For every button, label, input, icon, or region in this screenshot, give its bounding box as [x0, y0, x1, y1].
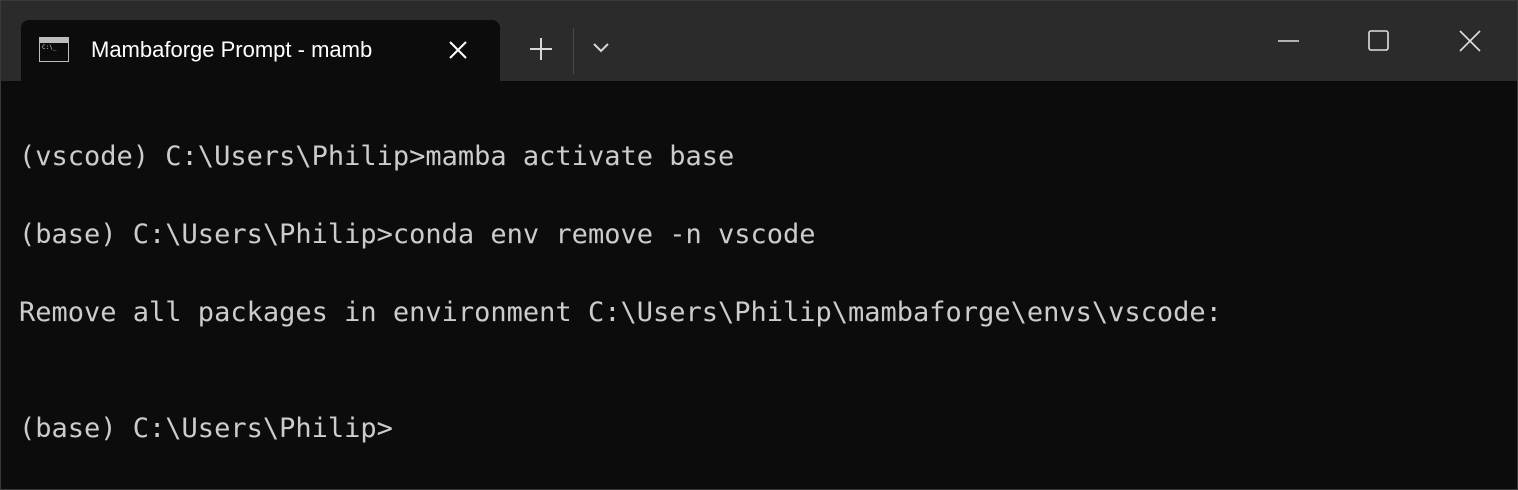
- terminal-line: (base) C:\Users\Philip>conda env remove …: [19, 219, 816, 250]
- tab-mambaforge-prompt[interactable]: Mambaforge Prompt - mamb: [21, 20, 500, 81]
- new-tab-plus-icon[interactable]: [526, 34, 556, 64]
- maximize-icon[interactable]: [1358, 23, 1398, 59]
- terminal-line: (vscode) C:\Users\Philip>mamba activate …: [19, 141, 735, 172]
- dropdown-chevron-down-icon[interactable]: [587, 34, 615, 62]
- terminal-window: Mambaforge Prompt - mamb: [0, 0, 1518, 490]
- tab-close-icon[interactable]: [445, 37, 471, 63]
- tab-divider: [573, 28, 574, 74]
- close-window-icon[interactable]: [1450, 23, 1490, 59]
- console-icon: [39, 37, 69, 62]
- tab-title: Mambaforge Prompt - mamb: [91, 37, 373, 62]
- minimize-icon[interactable]: [1268, 23, 1308, 59]
- title-bar[interactable]: Mambaforge Prompt - mamb: [1, 1, 1517, 81]
- terminal-line: Remove all packages in environment C:\Us…: [19, 297, 1222, 328]
- terminal-output[interactable]: (vscode) C:\Users\Philip>mamba activate …: [1, 81, 1517, 489]
- terminal-prompt: (base) C:\Users\Philip>: [19, 413, 393, 444]
